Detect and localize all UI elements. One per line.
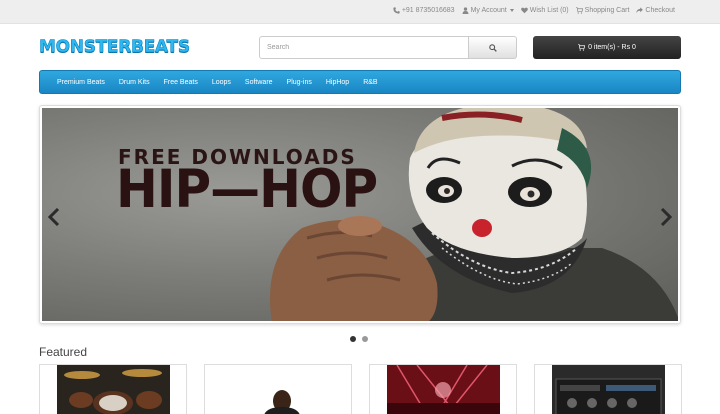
user-icon: [462, 7, 469, 14]
slider-dot-2[interactable]: [362, 336, 368, 342]
wishlist-label: Wish List (0): [529, 7, 569, 14]
chevron-right-icon: [660, 207, 673, 227]
nav-item-plug-ins[interactable]: Plug-ins: [280, 79, 319, 86]
search-bar: [259, 36, 517, 59]
main-nav: Premium Beats Drum Kits Free Beats Loops…: [39, 70, 681, 94]
chevron-left-icon: [47, 207, 60, 227]
share-arrow-icon: [636, 7, 644, 14]
cart-icon: [575, 7, 583, 14]
top-bar: +91 8735016683 My Account Wish List (0) …: [0, 0, 720, 24]
nav-item-software[interactable]: Software: [238, 79, 280, 86]
checkout-link[interactable]: Checkout: [636, 7, 675, 14]
nav-item-premium-beats[interactable]: Premium Beats: [50, 79, 112, 86]
product-card[interactable]: [369, 364, 517, 414]
cart-icon: [578, 44, 586, 51]
product-card[interactable]: [534, 364, 682, 414]
slide-banner[interactable]: FREE DOWNLOADS HIP—HOP: [42, 108, 678, 321]
product-card[interactable]: [39, 364, 187, 414]
wishlist-link[interactable]: Wish List (0): [520, 7, 569, 14]
search-icon: [488, 43, 497, 52]
nav-item-drum-kits[interactable]: Drum Kits: [112, 79, 157, 86]
my-account-link[interactable]: My Account: [462, 7, 514, 14]
top-links: +91 8735016683 My Account Wish List (0) …: [393, 7, 675, 14]
slider-next-button[interactable]: [660, 207, 673, 227]
nav-item-free-beats[interactable]: Free Beats: [157, 79, 205, 86]
nav-item-rnb[interactable]: R&B: [356, 79, 384, 86]
cart-button[interactable]: 0 item(s) - Rs 0: [533, 36, 681, 59]
software-interface-image: [552, 365, 665, 414]
slider-pagination: [350, 336, 368, 342]
my-account-label: My Account: [470, 7, 507, 14]
phone-number: +91 8735016683: [401, 7, 455, 14]
phone-icon: [393, 7, 400, 14]
shopping-cart-label: Shopping Cart: [584, 7, 630, 14]
nav-item-loops[interactable]: Loops: [205, 79, 238, 86]
search-input[interactable]: [259, 36, 469, 59]
heart-icon: [520, 7, 528, 14]
chevron-down-icon: [509, 9, 514, 12]
concert-image: [387, 365, 500, 414]
banner-genre: HIP—HOP: [116, 158, 378, 220]
drum-kit-image: [57, 365, 170, 414]
site-logo[interactable]: MONSTERBEATS: [39, 37, 191, 58]
nav-item-hiphop[interactable]: HipHop: [319, 79, 356, 86]
artist-portrait-image: [222, 365, 335, 414]
product-card[interactable]: [204, 364, 352, 414]
shopping-cart-link[interactable]: Shopping Cart: [575, 7, 630, 14]
featured-products: [39, 364, 682, 414]
slider-prev-button[interactable]: [47, 207, 60, 227]
search-button[interactable]: [469, 36, 517, 59]
cart-summary: 0 item(s) - Rs 0: [588, 44, 636, 51]
featured-heading: Featured: [39, 345, 88, 359]
checkout-label: Checkout: [645, 7, 675, 14]
slider-dot-1[interactable]: [350, 336, 356, 342]
phone-link[interactable]: +91 8735016683: [393, 7, 455, 14]
hero-slider: FREE DOWNLOADS HIP—HOP: [39, 105, 681, 324]
